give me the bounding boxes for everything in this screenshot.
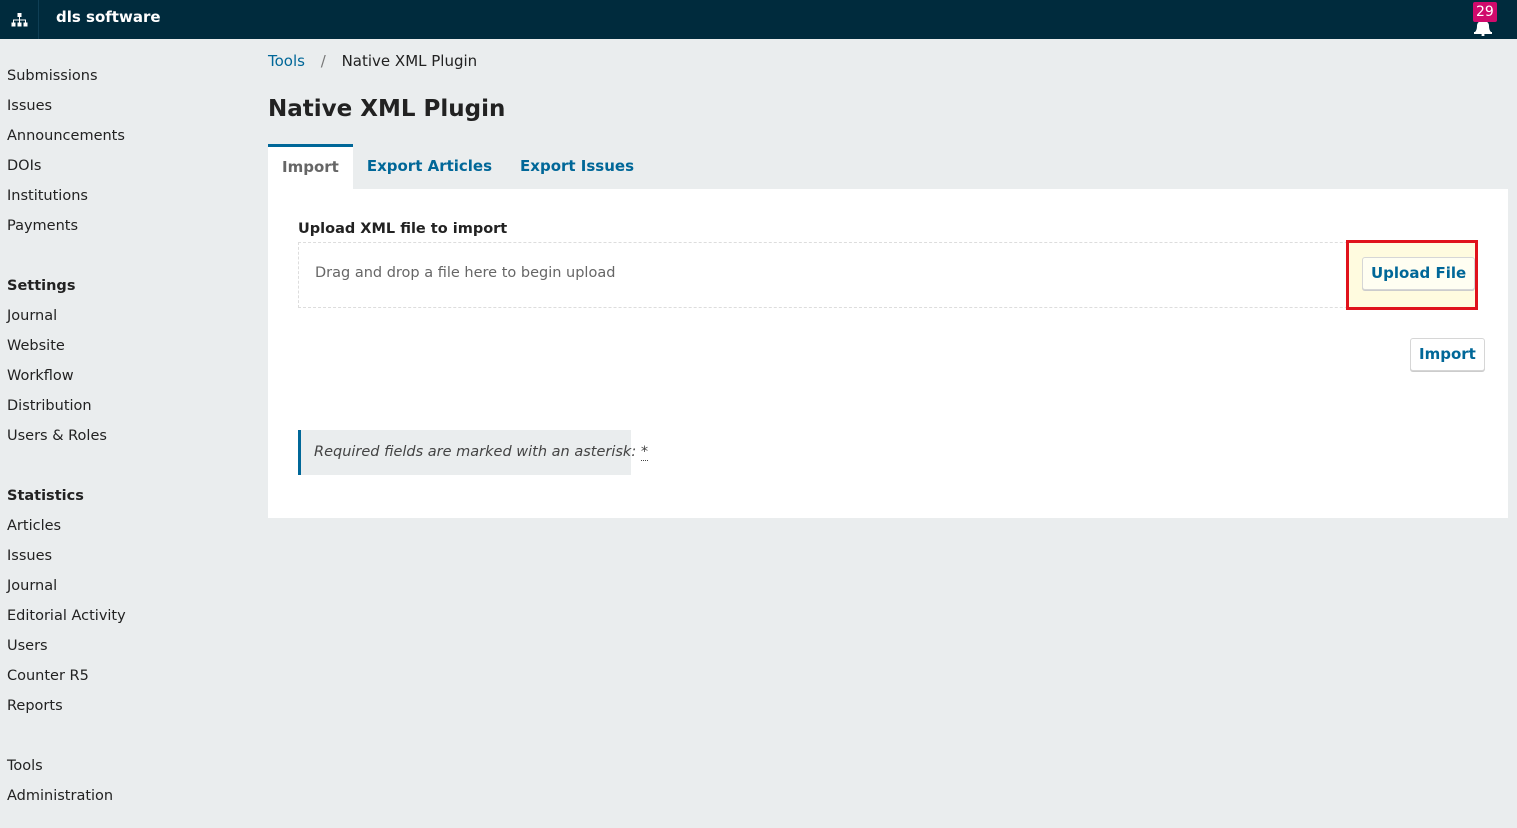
sidebar-item-workflow[interactable]: Workflow (7, 361, 237, 391)
breadcrumb-current: Native XML Plugin (341, 52, 478, 70)
tab-export-issues[interactable]: Export Issues (506, 144, 648, 189)
upload-file-button[interactable]: Upload File (1362, 257, 1476, 290)
import-button[interactable]: Import (1410, 338, 1485, 371)
sidebar-item-stats-issues[interactable]: Issues (7, 541, 237, 571)
top-bar: dls software 29 (0, 0, 1517, 39)
sidebar-item-announcements[interactable]: Announcements (7, 121, 237, 151)
sidebar-item-stats-reports[interactable]: Reports (7, 691, 237, 721)
breadcrumb-separator: / (320, 52, 326, 70)
upload-field-label: Upload XML file to import (298, 221, 508, 237)
sidebar-item-payments[interactable]: Payments (7, 211, 237, 241)
nav-group-settings: Settings Journal Website Workflow Distri… (7, 271, 237, 451)
sidebar-item-stats-editorial-activity[interactable]: Editorial Activity (7, 601, 237, 631)
sidebar-item-issues[interactable]: Issues (7, 91, 237, 121)
breadcrumb: Tools / Native XML Plugin (268, 52, 477, 70)
sidebar-item-submissions[interactable]: Submissions (7, 61, 237, 91)
sidebar-item-journal[interactable]: Journal (7, 301, 237, 331)
tab-export-articles[interactable]: Export Articles (353, 144, 506, 189)
sidebar-item-distribution[interactable]: Distribution (7, 391, 237, 421)
bell-icon (1474, 21, 1492, 36)
required-fields-note: Required fields are marked with an aster… (298, 430, 649, 475)
sidebar-item-website[interactable]: Website (7, 331, 237, 361)
sitemap-icon (11, 12, 27, 26)
tab-bar: Import Export Articles Export Issues (268, 144, 648, 189)
breadcrumb-tools-link[interactable]: Tools (268, 52, 305, 70)
notifications-badge: 29 (1473, 2, 1497, 22)
tab-import[interactable]: Import (268, 144, 353, 189)
sidebar-item-tools[interactable]: Tools (7, 751, 237, 781)
dropzone-text: Drag and drop a file here to begin uploa… (315, 265, 616, 281)
app-name[interactable]: dls software (56, 8, 161, 26)
sidebar-item-stats-users[interactable]: Users (7, 631, 237, 661)
notifications-button[interactable]: 29 (1466, 0, 1500, 39)
sidebar-item-administration[interactable]: Administration (7, 781, 237, 811)
nav-group-main: Submissions Issues Announcements DOIs In… (7, 61, 237, 241)
apps-menu-button[interactable] (0, 0, 39, 39)
sidebar-item-users-roles[interactable]: Users & Roles (7, 421, 237, 451)
sidebar-item-institutions[interactable]: Institutions (7, 181, 237, 211)
sidebar-item-dois[interactable]: DOIs (7, 151, 237, 181)
sidebar-item-stats-counter-r5[interactable]: Counter R5 (7, 661, 237, 691)
sidebar-item-stats-journal[interactable]: Journal (7, 571, 237, 601)
sidebar-item-stats-articles[interactable]: Articles (7, 511, 237, 541)
nav-group-other: Tools Administration (7, 751, 237, 811)
required-asterisk: * (640, 444, 649, 461)
sidebar-nav: Submissions Issues Announcements DOIs In… (0, 39, 250, 828)
sidebar-heading-statistics: Statistics (7, 488, 84, 504)
nav-group-statistics: Statistics Articles Issues Journal Edito… (7, 481, 237, 721)
import-panel: Upload XML file to import Drag and drop … (268, 189, 1508, 518)
required-note-text: Required fields are marked with an aster… (314, 444, 637, 460)
sidebar-heading-settings: Settings (7, 278, 76, 294)
file-dropzone[interactable]: Drag and drop a file here to begin uploa… (298, 242, 1478, 308)
page-title: Native XML Plugin (268, 96, 506, 122)
